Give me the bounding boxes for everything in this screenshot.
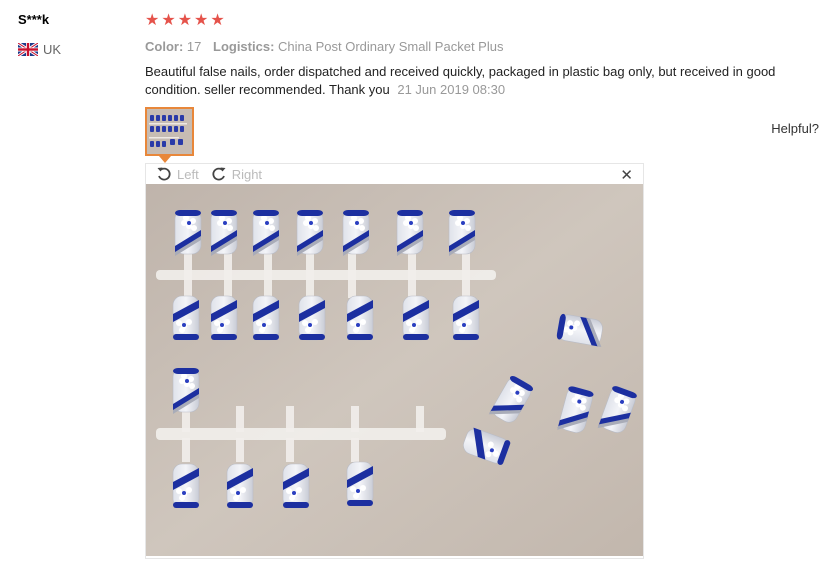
rotate-right-icon	[212, 167, 226, 181]
star-icon: ★	[177, 12, 193, 29]
thumbnail-pointer	[159, 156, 171, 163]
viewer-toolbar: Left Right	[146, 164, 643, 184]
star-icon: ★	[161, 12, 176, 29]
star-icon: ★	[145, 12, 160, 29]
nail-photo-image	[146, 184, 643, 556]
order-info: Color: 17 Logistics: China Post Ordinary…	[145, 39, 817, 54]
color-label: Color:	[145, 39, 184, 54]
close-icon[interactable]: ✕	[620, 166, 633, 184]
star-icon: ★	[210, 12, 225, 29]
reviewer-country: UK	[18, 42, 128, 57]
logistics-label: Logistics:	[213, 39, 275, 54]
rotate-right-label: Right	[231, 166, 263, 182]
color-value: 17	[186, 39, 202, 54]
logistics-value: China Post Ordinary Small Packet Plus	[278, 39, 504, 54]
star-icon: ★	[194, 12, 209, 29]
review-content: ★ ★ ★ ★ ★ Color: 17 Logistics: China Pos…	[145, 12, 817, 99]
review-date: 21 Jun 2019 08:30	[397, 82, 506, 97]
rotate-left-icon	[157, 167, 171, 181]
country-label: UK	[43, 42, 62, 57]
reviewer-name: S***k	[18, 12, 50, 27]
star-rating: ★ ★ ★ ★ ★	[145, 12, 817, 30]
review-photo-thumbnail[interactable]	[145, 107, 194, 156]
photo-viewer: Left Right ✕	[145, 163, 644, 559]
helpful-button[interactable]: Helpful?	[771, 121, 819, 136]
review-text: Beautiful false nails, order dispatched …	[145, 63, 815, 99]
rotate-right-button[interactable]: Right	[211, 166, 262, 182]
thumbnail-image	[147, 109, 192, 154]
reviewer-info: S***k UK	[18, 12, 128, 57]
rotate-left-button[interactable]: Left	[156, 166, 199, 182]
rotate-left-label: Left	[177, 166, 199, 182]
review-photo	[146, 184, 643, 556]
uk-flag-icon	[18, 43, 38, 56]
